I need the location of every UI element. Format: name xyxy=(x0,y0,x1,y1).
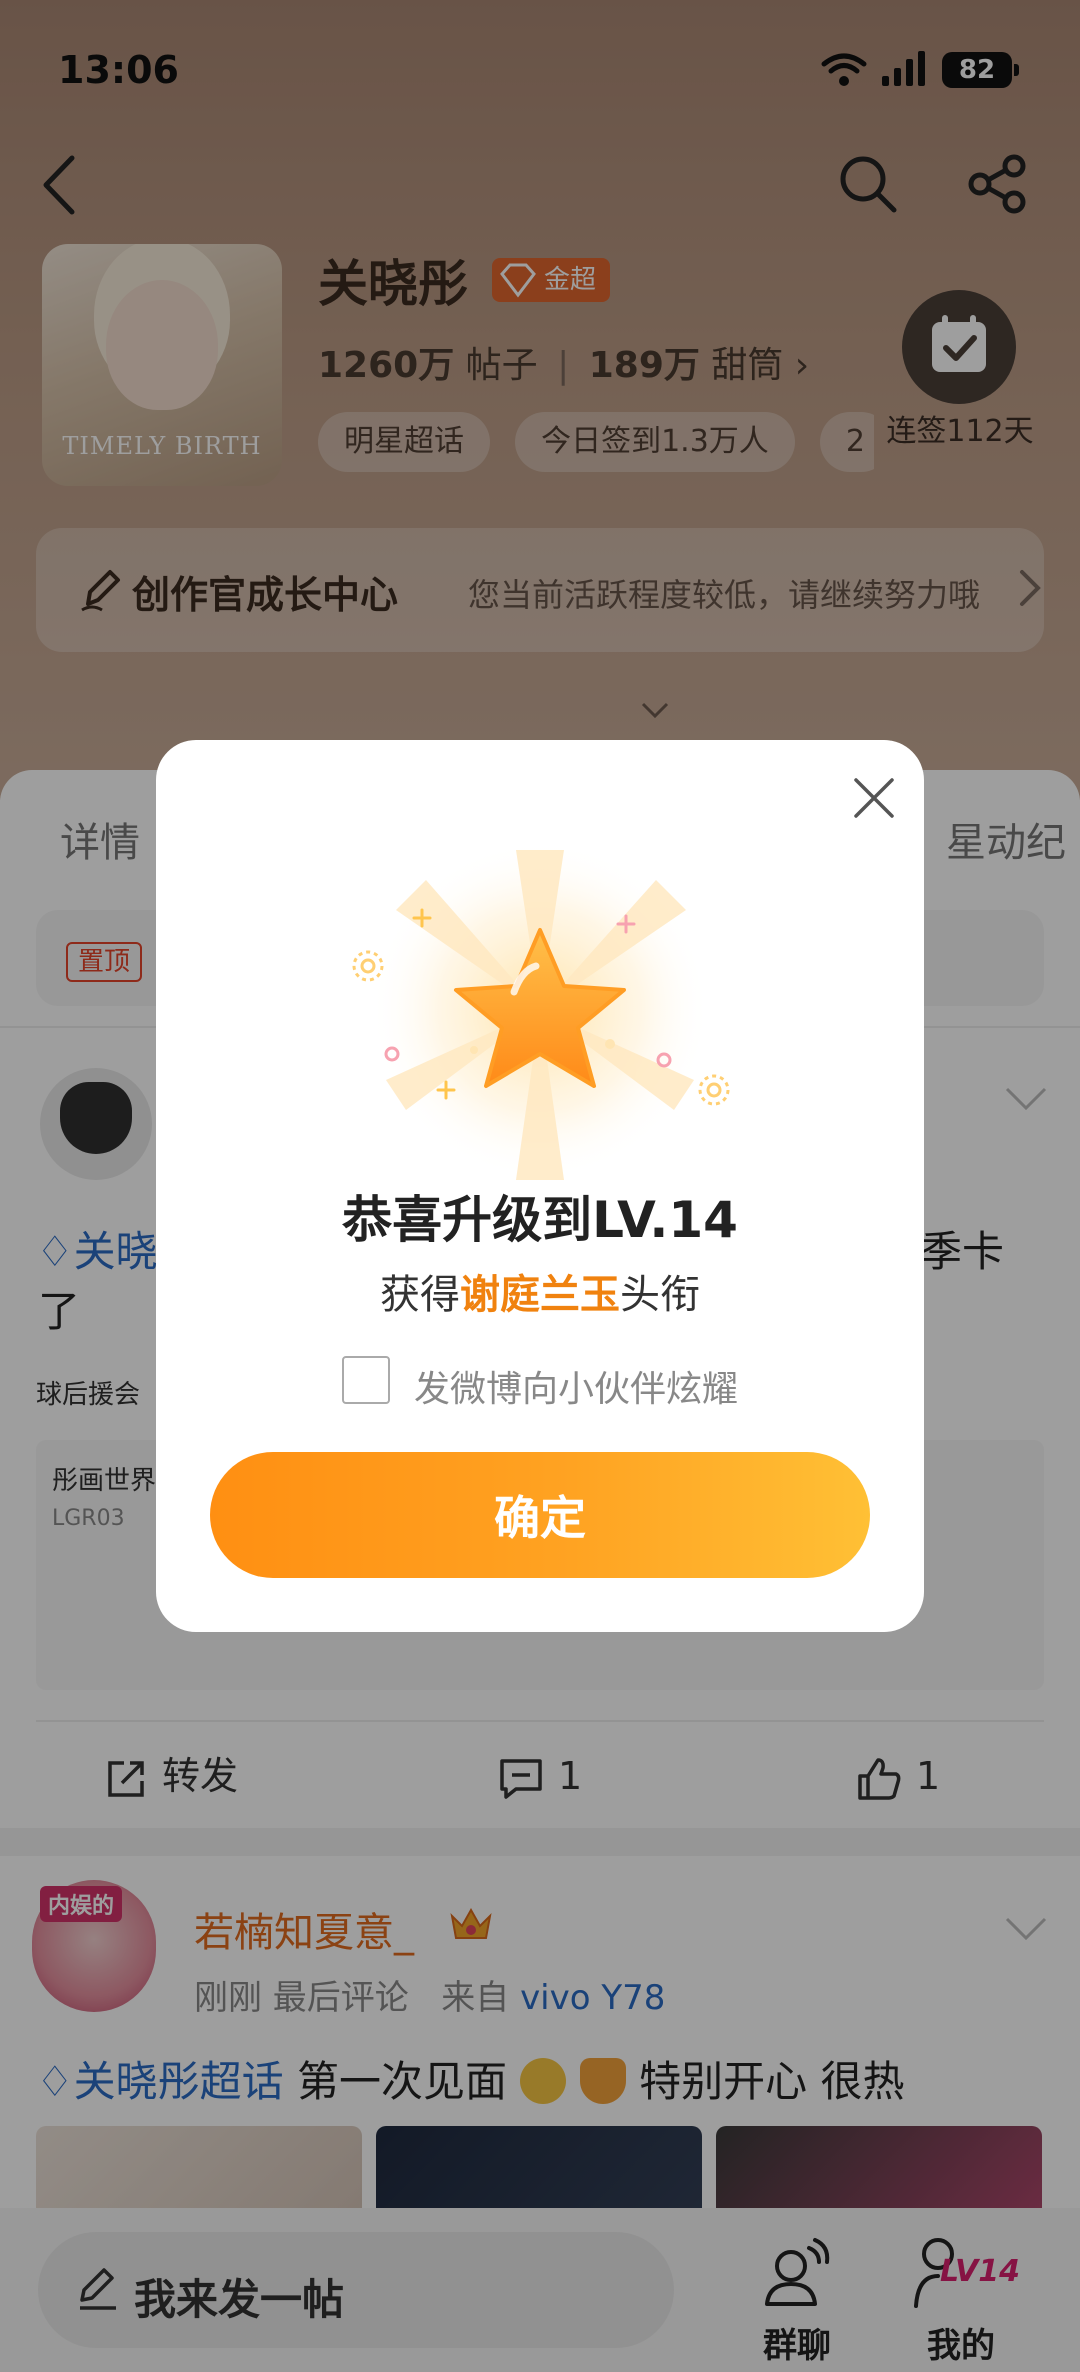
confirm-button[interactable]: 确定 xyxy=(210,1452,870,1578)
dialog-subtitle: 获得谢庭兰玉头衔 xyxy=(380,1272,700,1318)
dialog-title: 恭喜升级到LV.14 xyxy=(342,1191,738,1249)
star-icon xyxy=(352,840,730,1180)
share-checkbox[interactable] xyxy=(342,1356,390,1404)
earned-title: 谢庭兰玉 xyxy=(460,1272,620,1318)
share-label[interactable]: 发微博向小伙伴炫耀 xyxy=(414,1360,738,1412)
level-up-dialog: 恭喜升级到LV.14 获得谢庭兰玉头衔 发微博向小伙伴炫耀 确定 xyxy=(156,740,924,1632)
close-icon[interactable] xyxy=(846,770,902,826)
